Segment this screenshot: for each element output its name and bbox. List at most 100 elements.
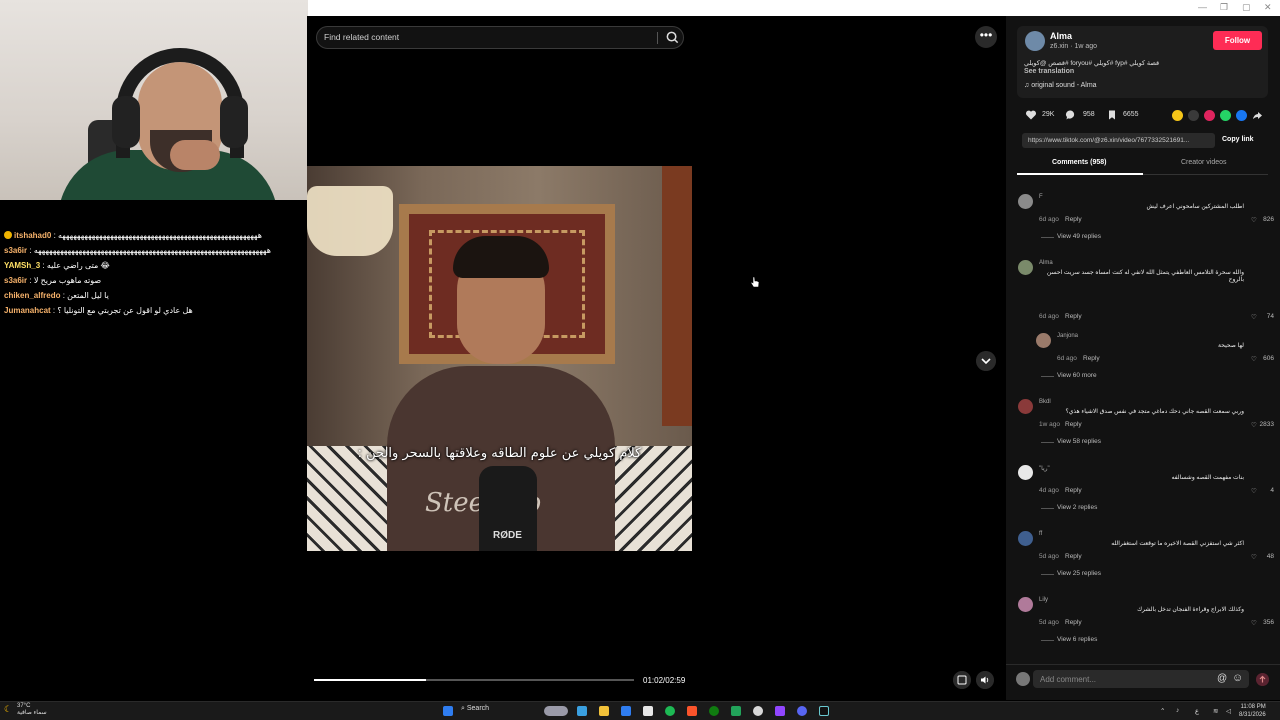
speaker-hair	[453, 236, 549, 278]
likes-count: 29K	[1042, 111, 1055, 118]
search-input[interactable]: Find related content	[324, 32, 399, 42]
active-tab-indicator	[1017, 173, 1143, 175]
calendar-icon[interactable]	[643, 706, 653, 716]
twitch-icon[interactable]	[775, 706, 785, 716]
video-progress[interactable]	[314, 679, 634, 681]
author-name[interactable]: Alma	[1050, 31, 1072, 41]
copy-link-button[interactable]: Copy link	[1222, 136, 1254, 143]
taskbar-search[interactable]: ⌕ Search	[461, 705, 536, 718]
minimize-icon[interactable]: —	[1198, 2, 1207, 12]
comment-placeholder[interactable]: Add comment...	[1040, 675, 1096, 684]
close-icon[interactable]: ✕	[1264, 2, 1272, 13]
comment-username[interactable]: Alma	[1039, 260, 1053, 266]
tab-creator-videos[interactable]: Creator videos	[1181, 159, 1227, 166]
view-replies-button[interactable]: View 49 replies	[1057, 233, 1101, 240]
chat-username[interactable]: s3a6ir	[4, 276, 27, 285]
chat-message: s3a6ir : ههههههههههههههههههههههههههههههه…	[0, 243, 306, 258]
reply-button[interactable]: Reply	[1065, 216, 1082, 223]
share-link-text[interactable]: https://www.tiktok.com/@z6.xin/video/767…	[1028, 137, 1213, 144]
comment-avatar[interactable]	[1018, 260, 1033, 275]
heart-icon[interactable]	[1025, 109, 1037, 121]
bookmark-icon[interactable]	[1106, 109, 1118, 121]
speaker-icon[interactable]: ◁	[1226, 707, 1231, 715]
mention-icon[interactable]: @	[1217, 673, 1227, 684]
search-icon[interactable]	[665, 30, 680, 45]
chat-text: يا ليل المتعن	[67, 291, 109, 300]
share-arrow-icon[interactable]	[1252, 110, 1263, 121]
comment-avatar[interactable]	[1018, 597, 1033, 612]
chat-username[interactable]: YAMSh_3	[4, 261, 40, 270]
reply-button[interactable]: Reply	[1065, 313, 1082, 320]
tiktok-icon[interactable]	[819, 706, 829, 716]
comment-avatar[interactable]	[1018, 399, 1033, 414]
comment-username[interactable]: Lily	[1039, 597, 1048, 603]
widgets-icon[interactable]	[544, 706, 568, 716]
reply-button[interactable]: Reply	[1065, 553, 1082, 560]
share-facebook-icon[interactable]	[1236, 110, 1247, 121]
start-icon[interactable]	[443, 706, 453, 716]
captions-icon[interactable]	[953, 671, 971, 689]
tab-comments[interactable]: Comments (958)	[1052, 159, 1106, 166]
comment-avatar[interactable]	[1018, 465, 1033, 480]
post-comment-icon[interactable]	[1256, 673, 1269, 686]
maximize-icon[interactable]: ▢	[1242, 2, 1251, 13]
video-frame[interactable]: Stee Lab RØDE كلام كويلي عن علوم الطاقه …	[307, 166, 692, 551]
chat-message: s3a6ir : صوته ماهوب مريح لا	[0, 273, 306, 288]
view-replies-button[interactable]: View 25 replies	[1057, 570, 1101, 577]
more-options-button[interactable]: •••	[975, 26, 997, 48]
comment-avatar[interactable]	[1018, 531, 1033, 546]
author-avatar[interactable]	[1025, 31, 1045, 51]
chat-username[interactable]: itshahad0	[14, 231, 51, 240]
embed-icon[interactable]	[1188, 110, 1199, 121]
share-snapchat-icon[interactable]	[1172, 110, 1183, 121]
chat-username[interactable]: Jumanahcat	[4, 306, 51, 315]
chevron-down-icon[interactable]	[976, 351, 996, 371]
brave-icon[interactable]	[687, 706, 697, 716]
file-explorer-icon[interactable]	[599, 706, 609, 716]
wifi-icon[interactable]: ≋	[1213, 707, 1218, 715]
comment-username[interactable]: "ريا"	[1039, 465, 1050, 472]
hand-cursor-icon	[750, 276, 760, 288]
share-send-icon[interactable]	[1204, 110, 1215, 121]
chrome-icon[interactable]	[753, 706, 763, 716]
emoji-icon[interactable]: ☺	[1232, 672, 1243, 684]
copilot-icon[interactable]	[577, 706, 587, 716]
app-icon[interactable]	[731, 706, 741, 716]
comment-time: 6d ago	[1039, 216, 1059, 223]
reply-button[interactable]: Reply	[1065, 487, 1082, 494]
chat-username[interactable]: s3a6ir	[4, 246, 27, 255]
reply-button[interactable]: Reply	[1065, 619, 1082, 626]
chevron-up-icon[interactable]: ⌃	[1160, 707, 1165, 715]
restore-icon[interactable]: ❐	[1220, 2, 1228, 13]
spotify-icon[interactable]	[665, 706, 675, 716]
comment-icon[interactable]	[1065, 109, 1077, 121]
chat-username[interactable]: chiken_alfredo	[4, 291, 60, 300]
xbox-icon[interactable]	[709, 706, 719, 716]
view-replies-button[interactable]: View 58 replies	[1057, 438, 1101, 445]
view-replies-button[interactable]: View 2 replies	[1057, 504, 1097, 511]
share-whatsapp-icon[interactable]	[1220, 110, 1231, 121]
language-indicator[interactable]: ع	[1195, 707, 1199, 715]
reply-button[interactable]: Reply	[1065, 421, 1082, 428]
volume-icon[interactable]	[976, 671, 994, 689]
mic-icon[interactable]: ♪	[1176, 707, 1179, 714]
sound-label: original sound - Alma	[1031, 82, 1097, 89]
comment-username[interactable]: Bkdl	[1039, 399, 1051, 405]
view-replies-button[interactable]: View 60 more	[1057, 372, 1097, 379]
store-icon[interactable]	[621, 706, 631, 716]
reply-button[interactable]: Reply	[1083, 355, 1100, 362]
weather-widget[interactable]: 37°C سماء صافية	[17, 703, 47, 717]
comment-username[interactable]: Janjona	[1057, 333, 1078, 339]
see-translation-link[interactable]: See translation	[1024, 68, 1074, 75]
comment-avatar[interactable]	[1018, 194, 1033, 209]
sound-link[interactable]: ♫ original sound - Alma	[1024, 82, 1097, 89]
view-replies-line	[1041, 442, 1054, 443]
follow-button[interactable]: Follow	[1213, 31, 1262, 50]
comment-avatar[interactable]	[1036, 333, 1051, 348]
view-replies-button[interactable]: View 6 replies	[1057, 636, 1097, 643]
comment-username[interactable]: F	[1039, 194, 1043, 200]
related-search[interactable]: Find related content	[316, 26, 684, 49]
clock[interactable]: 11:08 PM 8/31/2026	[1239, 703, 1266, 719]
comment-username[interactable]: ff	[1039, 531, 1042, 537]
discord-icon[interactable]	[797, 706, 807, 716]
